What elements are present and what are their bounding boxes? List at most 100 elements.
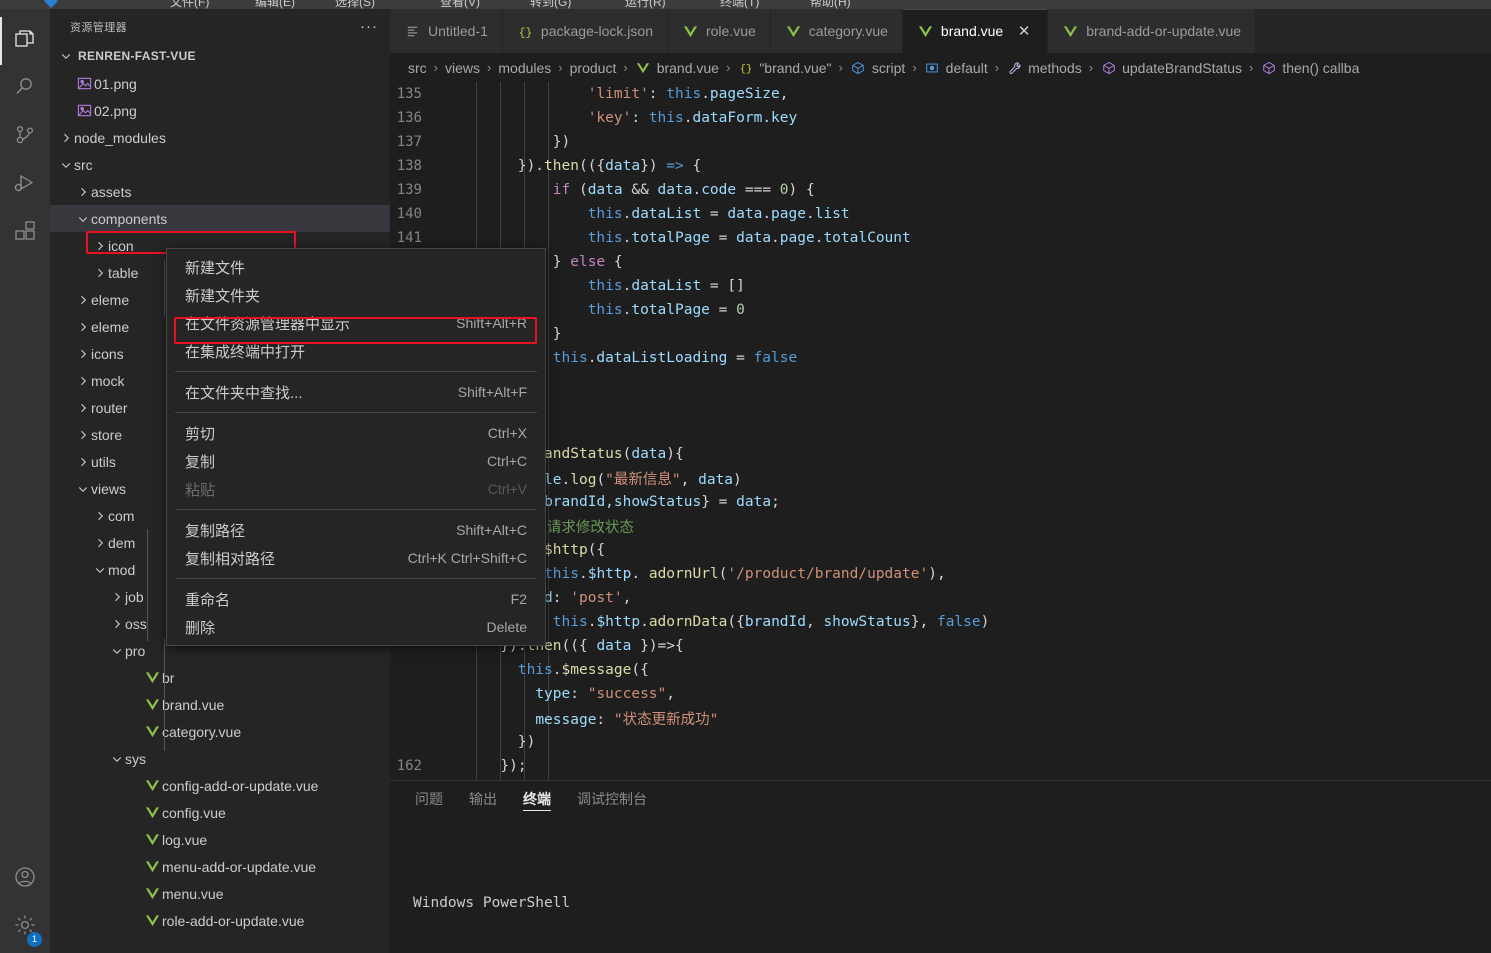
breadcrumb-item-0[interactable]: src [408,60,427,76]
tree-file-br[interactable]: br [50,664,390,691]
terminal-output[interactable]: Windows PowerShell 版权所有 (C) Microsoft Co… [390,816,1491,953]
tree-folder-sys[interactable]: sys [50,745,390,772]
tree-folder-node-modules[interactable]: node_modules [50,124,390,151]
line-number: 135 [396,86,422,102]
editor-tab-role-vue[interactable]: role.vue [667,9,771,53]
breadcrumb-item-2[interactable]: modules [498,60,551,76]
editor-tab-untitled-1[interactable]: Untitled-1 [390,9,503,53]
editor-tab-brand-vue[interactable]: brand.vue ✕ [902,9,1049,53]
breadcrumb-item-6[interactable]: script [850,60,905,76]
chevron-down-icon [58,48,74,64]
tree-file-menu-add-or-update-vue[interactable]: menu-add-or-update.vue [50,853,390,880]
context-menu-item-2[interactable]: 在文件资源管理器中显示 Shift+Alt+R [167,309,545,337]
breadcrumb-item-1[interactable]: views [445,60,480,76]
activitybar-item-source-control[interactable] [0,113,50,161]
menu-bar[interactable]: 文件(F) 编辑(E) 选择(S) 查看(V) 转到(G) 运行(R) 终端(T… [0,0,1491,9]
menu-item-goto[interactable]: 转到(G) [530,0,571,9]
tree-item-label: views [91,480,127,497]
line-number: 138 [396,158,422,174]
menu-item-select[interactable]: 选择(S) [335,0,375,9]
tree-file-02-png[interactable]: 02.png [50,97,390,124]
panel-tab-bar[interactable]: 问题 输出 终端 调试控制台 [390,781,1491,816]
breadcrumb-item-4[interactable]: brand.vue [635,60,719,76]
breadcrumb-item-5[interactable]: {} "brand.vue" [737,60,832,76]
menu-item-terminal[interactable]: 终端(T) [720,0,759,9]
activitybar-item-accounts[interactable] [0,855,50,903]
tree-item-label: dem [108,534,136,551]
code-line: pdateBrandStatus(data){ [390,442,1491,466]
menu-item-file[interactable]: 文件(F) [170,0,209,9]
context-menu-separator [175,371,537,372]
code-text: 'key': this.dataForm.key [587,110,798,126]
editor-tab-bar[interactable]: Untitled-1 {} package-lock.json role.vue cat… [390,9,1491,53]
menu-item-run[interactable]: 运行(R) [625,0,666,9]
activity-bar: 1 [0,9,50,953]
code-line: //发送请求修改状态 [390,514,1491,538]
tree-file-menu-vue[interactable]: menu.vue [50,880,390,907]
tree-file-category-vue[interactable]: category.vue [50,718,390,745]
tree-folder-assets[interactable]: assets [50,178,390,205]
tree-file-brand-vue[interactable]: brand.vue [50,691,390,718]
context-menu-item-8[interactable]: 复制 Ctrl+C [167,447,545,475]
context-menu-item-9: 粘贴 Ctrl+V [167,475,545,503]
activitybar-item-search[interactable] [0,65,50,113]
context-menu-item-label: 在文件资源管理器中显示 [185,315,351,333]
tree-item-label: utils [91,453,116,470]
activitybar-item-settings[interactable]: 1 [0,903,50,951]
context-menu-item-14[interactable]: 重命名 F2 [167,585,545,613]
context-menu-item-5[interactable]: 在文件夹中查找... Shift+Alt+F [167,378,545,406]
activitybar-item-extensions[interactable] [0,209,50,257]
editor-tab-package-lock-json[interactable]: {} package-lock.json [502,9,668,53]
breadcrumb-item-9[interactable]: updateBrandStatus [1100,60,1242,76]
editor-tab-category-vue[interactable]: category.vue [770,9,903,53]
activitybar-item-run-and-debug[interactable] [0,161,50,209]
code-text: }) [517,734,536,750]
context-menu-item-1[interactable]: 新建文件夹 [167,281,545,309]
tree-file-config-vue[interactable]: config.vue [50,799,390,826]
code-editor[interactable]: 135 'limit': this.pageSize, 136 'key': th… [390,82,1491,789]
activitybar-item-explorer[interactable] [0,17,50,65]
vue-icon [635,61,652,75]
context-menu-item-11[interactable]: 复制路径 Shift+Alt+C [167,516,545,544]
explorer-context-menu[interactable]: 新建文件 新建文件夹 在文件资源管理器中显示 Shift+Alt+R 在集成终端中打开在… [166,248,546,646]
panel-tab-1[interactable]: 输出 [469,781,497,816]
context-menu-item-0[interactable]: 新建文件 [167,253,545,281]
context-menu-item-7[interactable]: 剪切 Ctrl+X [167,419,545,447]
panel-tab-2[interactable]: 终端 [523,781,551,816]
panel-tab-3[interactable]: 调试控制台 [577,781,647,816]
chevron-right-icon [92,535,108,551]
minimap[interactable] [1441,82,1491,789]
context-menu-item-3[interactable]: 在集成终端中打开 [167,337,545,365]
breadcrumb-item-3[interactable]: product [570,60,617,76]
explorer-root-folder[interactable]: RENREN-FAST-VUE [50,44,390,68]
menu-item-edit[interactable]: 编辑(E) [255,0,295,9]
menu-item-help[interactable]: 帮助(H) [810,0,851,9]
chevron-right-icon [109,589,125,605]
tree-file-config-add-or-update-vue[interactable]: config-add-or-update.vue [50,772,390,799]
breadcrumb-item-8[interactable]: methods [1006,60,1082,76]
context-menu-item-15[interactable]: 删除 Delete [167,613,545,641]
editor-tab-label: category.vue [808,23,888,39]
tree-folder-src[interactable]: src [50,151,390,178]
symbol-icon [1100,61,1117,75]
tree-file-01-png[interactable]: 01.png [50,70,390,97]
code-line: }) [390,370,1491,394]
explorer-more-actions-icon[interactable]: ··· [360,19,378,34]
tree-folder-components[interactable]: components [50,205,390,232]
breadcrumb-item-10[interactable]: then() callba [1260,60,1359,76]
tree-file-log-vue[interactable]: log.vue [50,826,390,853]
editor-tab-brand-add-or-update-vue[interactable]: brand-add-or-update.vue [1048,9,1257,53]
panel-tab-0[interactable]: 问题 [415,781,443,816]
close-icon[interactable]: ✕ [1015,22,1033,40]
vue-file-icon [142,778,162,793]
context-menu-separator [175,412,537,413]
breadcrumb[interactable]: src › views › modules › product › brand.vue › {} "b… [390,53,1491,82]
menu-item-view[interactable]: 查看(V) [440,0,480,9]
breadcrumb-item-7[interactable]: default [924,60,988,76]
tree-file-role-add-or-update-vue[interactable]: role-add-or-update.vue [50,907,390,934]
context-menu-item-12[interactable]: 复制相对路径 Ctrl+K Ctrl+Shift+C [167,544,545,572]
chevron-right-icon [75,184,91,200]
code-line: let {brandId,showStatus} = data; [390,490,1491,514]
